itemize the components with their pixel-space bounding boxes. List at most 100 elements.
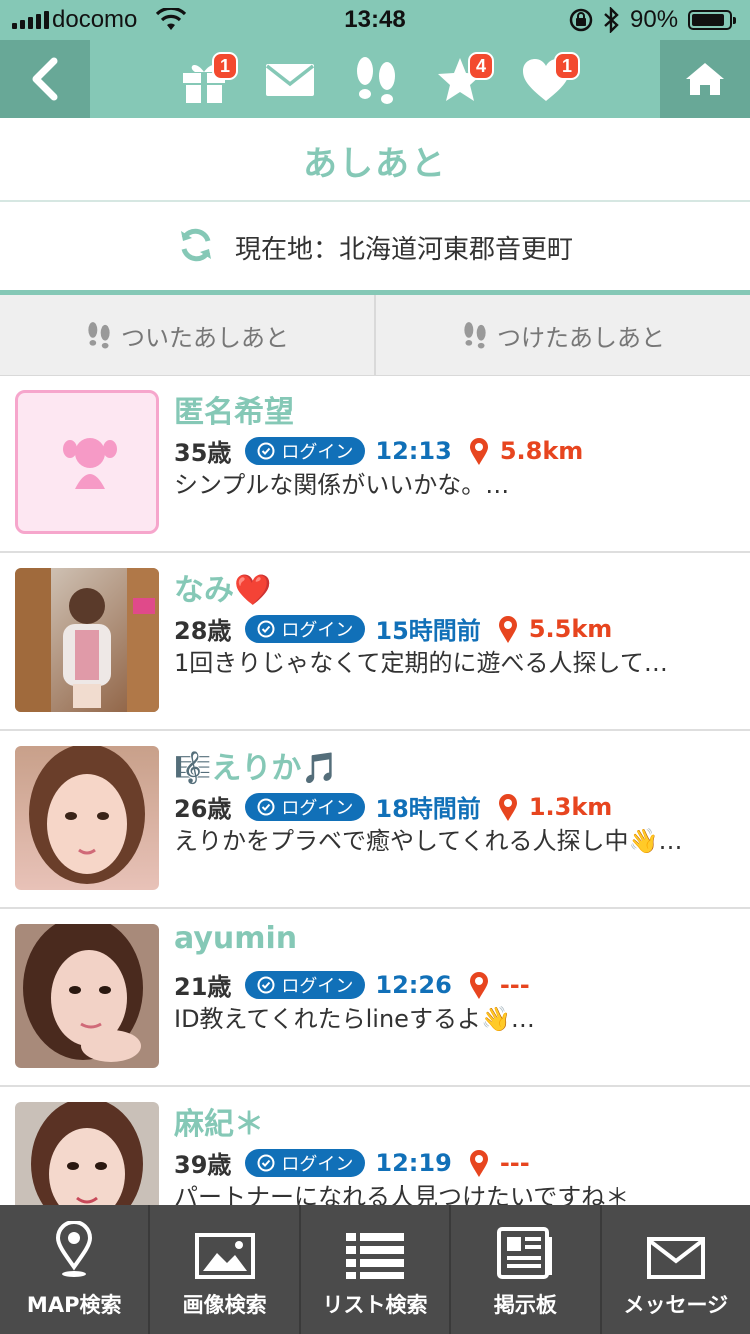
gift-badge: 1 <box>212 52 238 80</box>
check-circle-icon <box>257 442 275 459</box>
check-circle-icon <box>257 620 275 637</box>
user-name: ayumin <box>174 921 298 956</box>
home-button[interactable] <box>660 40 750 118</box>
location-bar: 現在地：北海道河東郡音更町 <box>0 202 750 295</box>
envelope-icon <box>265 64 315 96</box>
map-pin-icon <box>468 1148 490 1178</box>
likes-button[interactable]: 1 <box>520 52 580 106</box>
user-age: 39歳 <box>174 1151 232 1179</box>
user-message: 1回きりじゃなくて定期的に遊べる人探して… <box>174 649 668 677</box>
footprint-tabs: ついたあしあと つけたあしあと <box>0 295 750 376</box>
distance: 1.3km <box>528 792 613 821</box>
login-badge: ログイン <box>245 792 366 821</box>
tab-label: 掲示板 <box>493 1293 557 1317</box>
list-item[interactable]: 匿名希望 35歳 ログイン 12:13 5.8km シンプルな関係がいいかな。… <box>0 375 750 553</box>
user-message: パートナーになれる人見つけたいですね＊ <box>174 1183 630 1205</box>
list-item[interactable]: なみ❤️ 28歳 ログイン 15時間前 5.5km 1回きりじゃなくて定期的に遊… <box>0 553 750 731</box>
tab-messages[interactable]: メッセージ <box>602 1205 750 1334</box>
tab-label: メッセージ <box>623 1293 729 1317</box>
refresh-location-button[interactable] <box>177 226 215 268</box>
tab-label: つけたあしあと <box>497 323 665 352</box>
login-badge: ログイン <box>245 970 366 999</box>
footprints-icon <box>357 57 395 104</box>
user-age: 28歳 <box>174 617 232 645</box>
heart-badge: 1 <box>554 52 580 80</box>
user-list: 匿名希望 35歳 ログイン 12:13 5.8km シンプルな関係がいいかな。… <box>0 375 750 1205</box>
tab-map-search[interactable]: MAP検索 <box>0 1205 151 1334</box>
user-name: 匿名希望 <box>174 395 294 430</box>
distance: 5.5km <box>528 614 613 643</box>
current-location: 現在地：北海道河東郡音更町 <box>234 234 573 265</box>
footprints-icon <box>464 322 486 349</box>
list-item[interactable]: 🎼えりか🎵 26歳 ログイン 18時間前 1.3km えりかをプラベで癒やしてく… <box>0 731 750 909</box>
top-navigation: 1 4 1 <box>0 40 750 118</box>
tab-list-search[interactable]: リスト検索 <box>301 1205 452 1334</box>
user-photo <box>15 568 159 712</box>
tab-label: 画像検索 <box>182 1293 267 1317</box>
refresh-icon <box>180 228 211 262</box>
page-header: あしあと <box>0 118 750 202</box>
envelope-icon <box>646 1237 705 1279</box>
user-age: 35歳 <box>174 439 232 467</box>
user-photo <box>15 1102 159 1205</box>
list-icon <box>346 1233 405 1279</box>
avatar[interactable] <box>15 924 159 1068</box>
user-message: シンプルな関係がいいかな。… <box>174 471 510 499</box>
login-label: ログイン <box>281 619 354 641</box>
login-label: ログイン <box>281 441 354 463</box>
user-name: 🎼えりか🎵 <box>174 751 339 786</box>
avatar[interactable] <box>15 746 159 890</box>
user-message: ID教えてくれたらlineするよ👋… <box>174 1005 535 1033</box>
last-login-time: 18時間前 <box>375 795 481 823</box>
tab-label: リスト検索 <box>322 1293 428 1317</box>
star-badge: 4 <box>468 52 494 80</box>
user-age: 26歳 <box>174 795 232 823</box>
login-badge: ログイン <box>245 1148 366 1177</box>
list-item[interactable]: ayumin 21歳 ログイン 12:26 --- ID教えてくれたらlineす… <box>0 909 750 1087</box>
list-item[interactable]: 麻紀＊ 39歳 ログイン 12:19 --- パートナーになれる人見つけたいです… <box>0 1087 750 1205</box>
footprints-button[interactable] <box>350 54 402 106</box>
check-circle-icon <box>257 976 275 993</box>
favorites-button[interactable]: 4 <box>434 52 494 106</box>
last-login-time: 15時間前 <box>375 617 481 645</box>
image-icon <box>194 1233 255 1279</box>
map-pin-icon <box>56 1221 93 1277</box>
login-badge: ログイン <box>245 436 366 465</box>
distance: 5.8km <box>499 436 584 465</box>
back-button[interactable] <box>0 40 90 118</box>
gift-button[interactable]: 1 <box>178 52 238 106</box>
map-pin-icon <box>468 436 490 466</box>
user-name: なみ❤️ <box>174 573 272 608</box>
rotation-lock-icon <box>568 7 594 40</box>
default-avatar-icon <box>63 438 117 489</box>
avatar[interactable] <box>15 1102 159 1205</box>
tab-sent-footprints[interactable]: つけたあしあと <box>376 295 750 375</box>
last-login-time: 12:13 <box>375 436 452 465</box>
login-label: ログイン <box>281 975 354 997</box>
tab-label: MAP検索 <box>26 1293 122 1317</box>
map-pin-icon <box>468 970 490 1000</box>
avatar[interactable] <box>15 568 159 712</box>
status-bar: docomo 13:48 90% <box>0 0 750 40</box>
login-label: ログイン <box>281 797 354 819</box>
tab-received-footprints[interactable]: ついたあしあと <box>0 295 376 375</box>
battery-percent: 90% <box>630 6 679 33</box>
mail-button[interactable] <box>264 54 316 106</box>
avatar[interactable] <box>15 390 159 534</box>
home-icon <box>686 63 724 95</box>
user-age: 21歳 <box>174 973 232 1001</box>
login-badge: ログイン <box>245 614 366 643</box>
last-login-time: 12:26 <box>375 970 452 999</box>
page-title: あしあと <box>303 144 447 184</box>
login-label: ログイン <box>281 1153 354 1175</box>
battery-icon <box>688 10 736 30</box>
user-photo <box>15 924 159 1068</box>
user-name: 麻紀＊ <box>174 1107 264 1142</box>
tab-bulletin-board[interactable]: 掲示板 <box>451 1205 602 1334</box>
map-pin-icon <box>497 614 519 644</box>
bluetooth-icon <box>603 6 619 40</box>
user-message: えりかをプラベで癒やしてくれる人探し中👋… <box>174 827 683 855</box>
tab-image-search[interactable]: 画像検索 <box>150 1205 301 1334</box>
board-icon <box>497 1227 553 1279</box>
chevron-left-icon <box>32 57 58 101</box>
